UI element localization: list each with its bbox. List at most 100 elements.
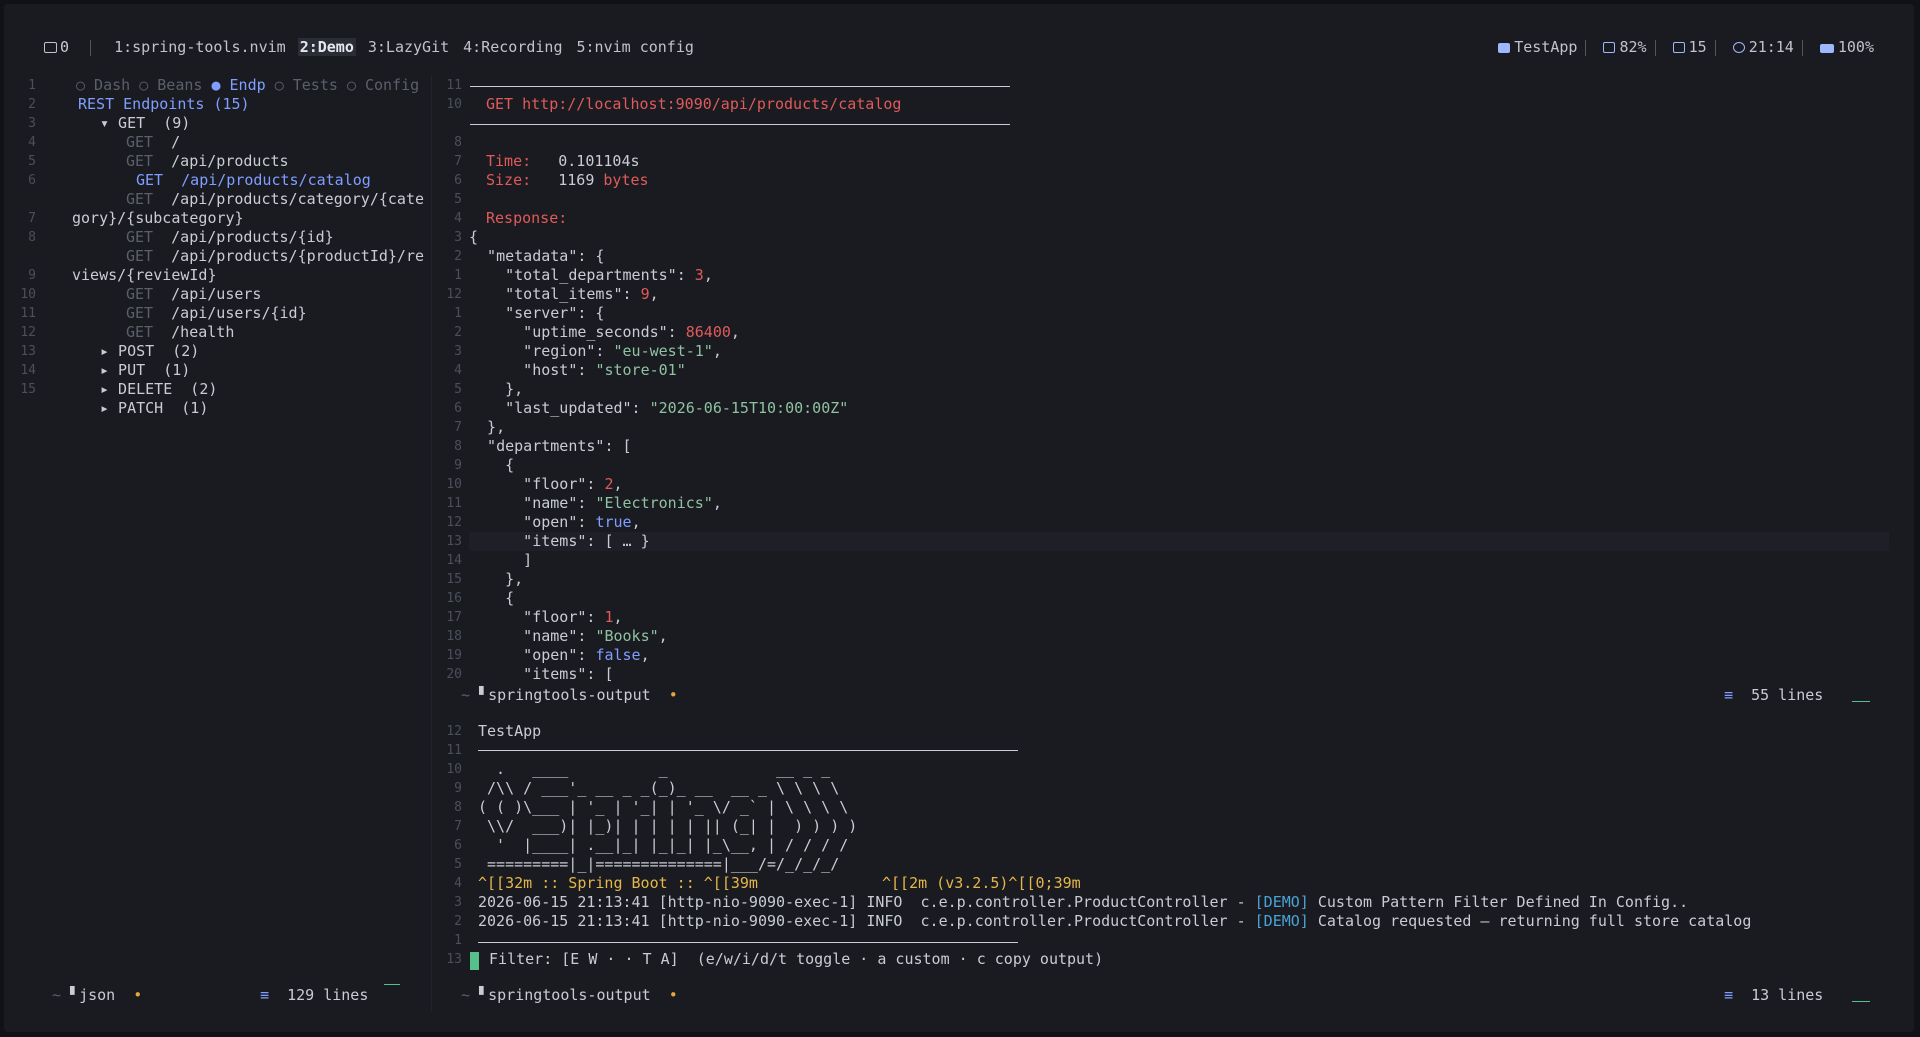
ascii-banner-line: \\/ ___)| |_)| | | | | || (_| | ) ) ) ) [478, 817, 858, 835]
json-token: "Books" [595, 627, 659, 645]
endpoint-path: /api/products [171, 152, 289, 170]
endpoint-path: /api/users/{id} [171, 304, 307, 322]
json-line: "floor": 1, [469, 608, 622, 627]
json-line: ] [469, 551, 532, 570]
json-token: "total_items": [469, 285, 641, 303]
endpoint-item[interactable]: GET /api/products [126, 152, 289, 171]
line-number: 16 [446, 591, 462, 606]
json-token: 2 [604, 475, 614, 493]
output-line: Filter: [E W · · T A] (e/w/i/d/t toggle … [480, 950, 1103, 969]
endpoint-item[interactable]: GET /api/products/{id} [126, 228, 334, 247]
json-token: "eu-west-1" [613, 342, 713, 360]
clock-icon [1732, 42, 1745, 53]
output-statusline: ~ ▘springtools-output • [461, 986, 678, 1004]
output-title: TestApp [478, 722, 542, 740]
line-number: 9 [454, 781, 462, 796]
nav-tab[interactable]: ○ Beans [139, 76, 211, 94]
json-token: 1 [604, 608, 614, 626]
line-number: 1 [454, 268, 462, 283]
json-line: "total_departments": 3, [469, 266, 713, 285]
json-token: "open": [469, 646, 596, 664]
json-token: }, [469, 570, 524, 588]
json-token: "uptime_seconds": [469, 323, 686, 341]
endpoint-item[interactable]: GET /api/products/catalog [136, 171, 371, 190]
nav-tab[interactable]: ○ Dash [76, 76, 139, 94]
endpoint-item[interactable]: GET /api/products/category/{cate [126, 190, 424, 209]
divider [470, 86, 1010, 87]
ascii-banner-line: ( ( )\___ | '_ | '_| | '_ \/ _` | \ \ \ … [478, 798, 849, 816]
log-tag: [DEMO] [1254, 893, 1309, 911]
endpoint-method: GET [136, 171, 164, 189]
endpoint-item[interactable]: GET /api/users [126, 285, 261, 304]
line-number: 5 [454, 857, 462, 872]
json-line: { [469, 228, 478, 247]
endpoint-item[interactable]: gory}/{subcategory} [72, 209, 244, 228]
method-group[interactable]: ▸ PUT (1) [100, 361, 190, 379]
line-number: 4 [454, 211, 462, 226]
endpoint-item[interactable]: GET /api/products/{productId}/re [126, 247, 424, 266]
json-token: "2026-06-15T10:00:00Z" [649, 399, 849, 417]
line-number: 12 [20, 325, 36, 340]
time-status: 21:14 [1732, 38, 1794, 56]
endpoint-method: GET [126, 133, 154, 151]
ascii-banner-line: =========|_|==============|___/=/_/_/_/ [478, 855, 840, 873]
line-number: 10 [20, 287, 36, 302]
line-number: 17 [446, 610, 462, 625]
nav-tab[interactable]: ○ Tests [275, 76, 347, 94]
json-token: 3 [694, 266, 704, 284]
json-token: "floor": [469, 475, 605, 493]
endpoint-path: /api/users [171, 285, 262, 303]
request-url[interactable]: http://localhost:9090/api/products/catal… [522, 95, 901, 113]
nav-tab[interactable]: ○ Config [347, 76, 428, 94]
line-number: 6 [28, 173, 36, 188]
tab-item[interactable]: 5:nvim config [575, 38, 696, 56]
line-number: 11 [446, 496, 462, 511]
json-line: }, [469, 418, 505, 437]
endpoints-title: REST Endpoints (15) [78, 95, 250, 113]
line-number: 10 [446, 97, 462, 112]
log-tag: [DEMO] [1254, 912, 1309, 930]
time-value: 0.101104s [558, 152, 640, 170]
output-line: TestApp [478, 722, 541, 741]
line-number: 12 [446, 515, 462, 530]
json-token: "name": [469, 494, 596, 512]
method-group[interactable]: ▸ DELETE (2) [100, 380, 217, 398]
line-number: 8 [28, 230, 36, 245]
line-number: 3 [454, 230, 462, 245]
endpoint-item[interactable]: GET /api/users/{id} [126, 304, 307, 323]
line-number: 2 [454, 249, 462, 264]
sidebar-statusline: ~ ▘json • [52, 986, 143, 1004]
line-number: 13 [446, 952, 462, 967]
json-line: { [469, 589, 514, 608]
endpoint-path: / [171, 133, 181, 151]
json-token: "name": [469, 627, 596, 645]
endpoint-item[interactable]: GET / [126, 133, 180, 152]
tab-item[interactable]: 2:Demo [297, 38, 356, 56]
line-number: 14 [20, 363, 36, 378]
endpoint-path: /api/products/{id} [171, 228, 334, 246]
line-number: 4 [454, 363, 462, 378]
tab-item[interactable]: 1:spring-tools.nvim [112, 38, 288, 56]
get-group[interactable]: ▾ GET (9) [100, 114, 190, 132]
endpoint-item[interactable]: GET /health [126, 323, 234, 342]
tab-item[interactable]: 3:LazyGit [366, 38, 451, 56]
json-token: 86400 [685, 323, 731, 341]
divider [470, 124, 1010, 125]
date-status: 15 [1672, 38, 1707, 56]
output-line: ( ( )\___ | '_ | '_| | '_ \/ _` | \ \ \ … [478, 798, 848, 817]
filter-line[interactable]: Filter: [E W · · T A] (e/w/i/d/t toggle … [480, 950, 1103, 968]
method-group[interactable]: ▸ POST (2) [100, 342, 199, 360]
json-token: "items": [ [469, 665, 614, 683]
line-number: 7 [28, 211, 36, 226]
endpoint-method: GET [126, 247, 154, 265]
endpoint-item[interactable]: views/{reviewId} [72, 266, 217, 285]
endpoint-path: /api/products/category/{cate [171, 190, 425, 208]
json-line: "uptime_seconds": 86400, [469, 323, 740, 342]
json-token: , [640, 646, 650, 664]
json-token: { [469, 456, 515, 474]
json-token: , [631, 513, 641, 531]
tab-item[interactable]: 4:Recording [461, 38, 564, 56]
nav-tab[interactable]: ● Endp [211, 76, 274, 94]
method-group[interactable]: ▸ PATCH (1) [100, 399, 208, 417]
line-number: 7 [454, 819, 462, 834]
